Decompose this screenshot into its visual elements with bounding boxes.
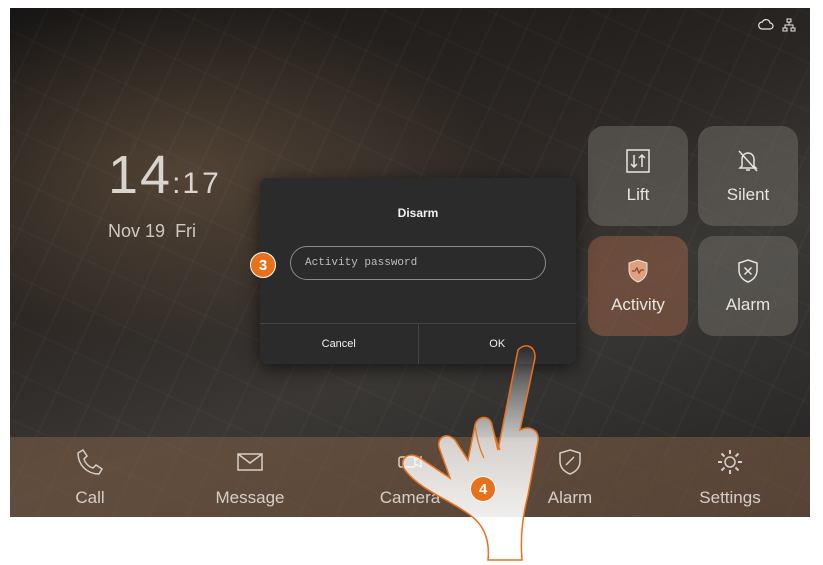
tile-silent[interactable]: Silent [698,126,798,226]
dock-call-label: Call [75,487,105,507]
clock-date: Nov 19 [108,221,166,241]
clock-hours: 14 [108,145,173,205]
dock-settings[interactable]: Settings [675,447,785,508]
tile-alarm-label: Alarm [725,294,771,314]
tile-silent-label: Silent [726,184,770,204]
network-icon [782,18,796,35]
tile-lift-label: Lift [626,184,650,204]
tile-lift[interactable]: Lift [588,126,688,226]
step-marker-3: 3 [250,252,276,278]
tile-alarm[interactable]: Alarm [698,236,798,336]
pointing-hand-illustration [401,345,539,561]
tile-activity-label: Activity [611,294,665,314]
clock-widget: 14:17 Nov 19 Fri [108,148,222,242]
dock-message[interactable]: Message [195,447,305,508]
silent-bell-icon [735,148,761,179]
status-bar [758,18,796,35]
clock-minutes: 17 [182,167,222,200]
dock-message-label: Message [215,487,285,507]
envelope-icon [235,447,265,482]
activity-password-field[interactable]: Activity password [290,246,546,280]
clock-weekday: Fri [175,221,197,241]
step-marker-4: 4 [470,476,496,502]
cloud-icon [758,18,774,35]
clock-date-line: Nov 19 Fri [108,221,222,242]
clock-separator: : [172,167,183,200]
shield-activity-icon [625,258,651,289]
dock-settings-label: Settings [699,487,761,507]
lift-icon [625,148,651,179]
shield-x-icon [735,258,761,289]
dock-call[interactable]: Call [35,447,145,508]
tile-activity[interactable]: Activity [588,236,688,336]
phone-icon [75,447,105,482]
gear-icon [715,447,745,482]
dialog-title: Disarm [397,206,439,220]
clock-time: 14:17 [108,148,222,211]
